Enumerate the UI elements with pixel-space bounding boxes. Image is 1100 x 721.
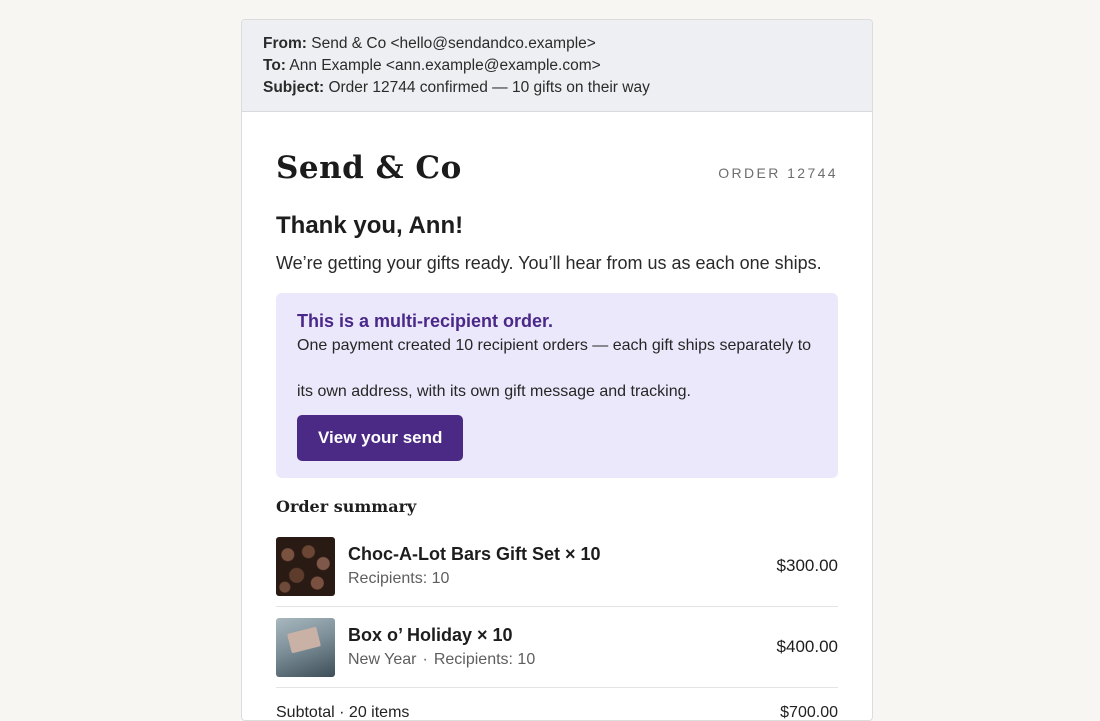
- item-info: Choc-A-Lot Bars Gift Set × 10 Recipients…: [348, 544, 777, 588]
- item-info: Box o’ Holiday × 10 New Year · Recipients:…: [348, 625, 777, 669]
- item-price: $400.00: [776, 637, 838, 657]
- subject-row: Subject: Order 12744 confirmed — 10 gift…: [263, 77, 851, 99]
- item-price: $300.00: [776, 556, 838, 576]
- gift-box-image: [276, 617, 335, 677]
- meta-separator: ·: [422, 651, 428, 669]
- item-name: Box o’ Holiday × 10: [348, 625, 513, 646]
- chocolate-image: [276, 536, 335, 596]
- order-number: ORDER 12744: [718, 165, 838, 181]
- to-row: To: Ann Example <ann.example@example.com…: [263, 55, 851, 77]
- callout-text: One payment created 10 recipient orders …: [297, 337, 812, 400]
- intro-text: We’re getting your gifts ready. You’ll h…: [276, 253, 822, 273]
- item-name: Choc-A-Lot Bars Gift Set × 10: [348, 544, 601, 565]
- email-headers: From: Send & Co <hello@sendandco.example…: [242, 20, 872, 112]
- order-summary-title: Order summary: [276, 497, 417, 517]
- order-item: Choc-A-Lot Bars Gift Set × 10 Recipients…: [276, 526, 838, 608]
- callout-body: One payment created 10 recipient orders …: [297, 323, 817, 461]
- brand-row: Send & Co ORDER 12744: [276, 150, 838, 186]
- subtotal-label: Subtotal · 20 items: [276, 704, 410, 721]
- email-body: Send & Co ORDER 12744 Thank you, Ann! We…: [242, 150, 872, 721]
- from-row: From: Send & Co <hello@sendandco.example…: [263, 33, 851, 55]
- to-label: To:: [263, 57, 286, 74]
- order-items: Choc-A-Lot Bars Gift Set × 10 Recipients…: [276, 526, 838, 689]
- item-meta: New Year · Recipients: 10: [348, 651, 777, 669]
- multi-recipient-callout: This is a multi-recipient order. One pay…: [276, 293, 838, 479]
- greeting-heading: Thank you, Ann!: [276, 212, 464, 239]
- item-recipients: Recipients: 10: [348, 570, 450, 588]
- order-item: Box o’ Holiday × 10 New Year · Recipients:…: [276, 607, 838, 689]
- from-value: Send & Co <hello@sendandco.example>: [311, 35, 596, 52]
- brand-logo: Send & Co: [276, 150, 462, 186]
- subtotal-row: Subtotal · 20 items $700.00: [276, 704, 838, 721]
- subject-label: Subject:: [263, 79, 325, 96]
- to-value: Ann Example <ann.example@example.com>: [289, 57, 601, 74]
- item-variant: New Year: [348, 651, 417, 669]
- email-message: From: Send & Co <hello@sendandco.example…: [241, 19, 873, 721]
- subtotal-value: $700.00: [780, 704, 838, 721]
- item-meta: Recipients: 10: [348, 570, 777, 588]
- from-label: From:: [263, 35, 307, 52]
- item-recipients: Recipients: 10: [433, 651, 536, 669]
- subject-value: Order 12744 confirmed — 10 gifts on thei…: [328, 79, 650, 96]
- view-send-button[interactable]: View your send: [297, 415, 464, 461]
